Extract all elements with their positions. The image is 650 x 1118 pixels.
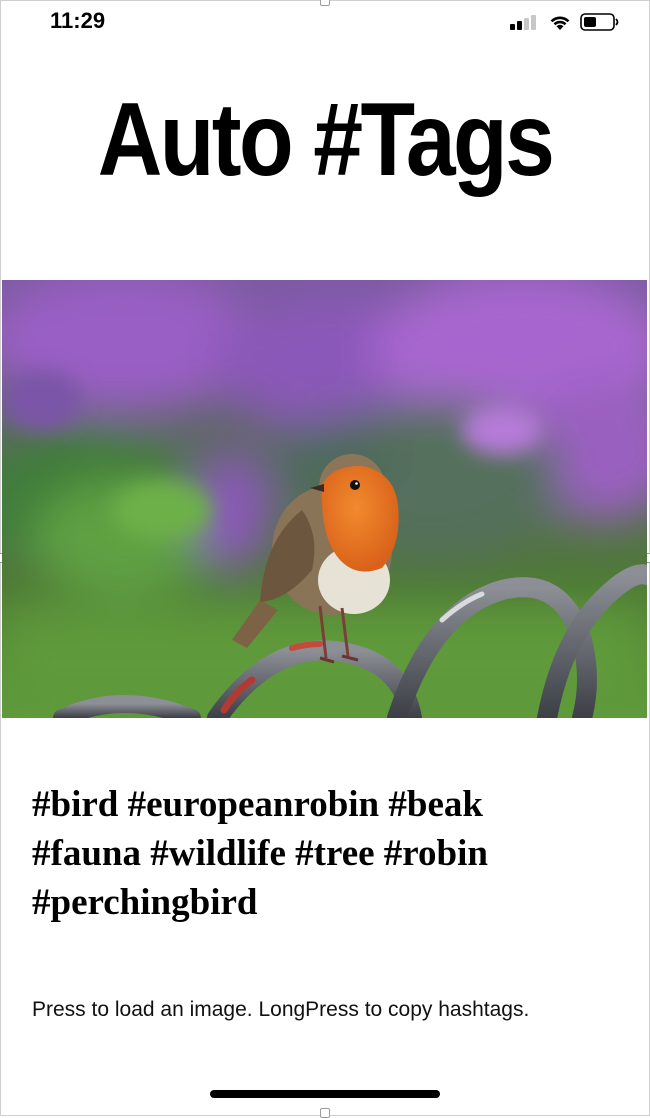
instruction-text: Press to load an image. LongPress to cop… (32, 998, 530, 1021)
robin-photo (2, 280, 647, 718)
app-title: Auto #Tags (97, 82, 555, 198)
status-icons (510, 10, 620, 34)
cellular-signal-icon (510, 15, 536, 30)
hashtag-line: #fauna #wildlife #tree #robin (32, 833, 488, 874)
photo-preview[interactable] (2, 280, 647, 718)
hashtag-list[interactable]: #bird #europeanrobin #beak #fauna #wildl… (32, 780, 622, 927)
home-indicator[interactable] (210, 1090, 440, 1098)
wifi-icon (550, 16, 570, 30)
resize-handle-bottom[interactable] (320, 1108, 330, 1118)
hashtag-line: #perchingbird (32, 882, 258, 923)
status-time: 11:29 (50, 8, 106, 33)
battery-icon (580, 13, 619, 31)
status-bar: 11:29 (0, 0, 650, 44)
hashtag-line: #bird #europeanrobin #beak (32, 784, 483, 825)
